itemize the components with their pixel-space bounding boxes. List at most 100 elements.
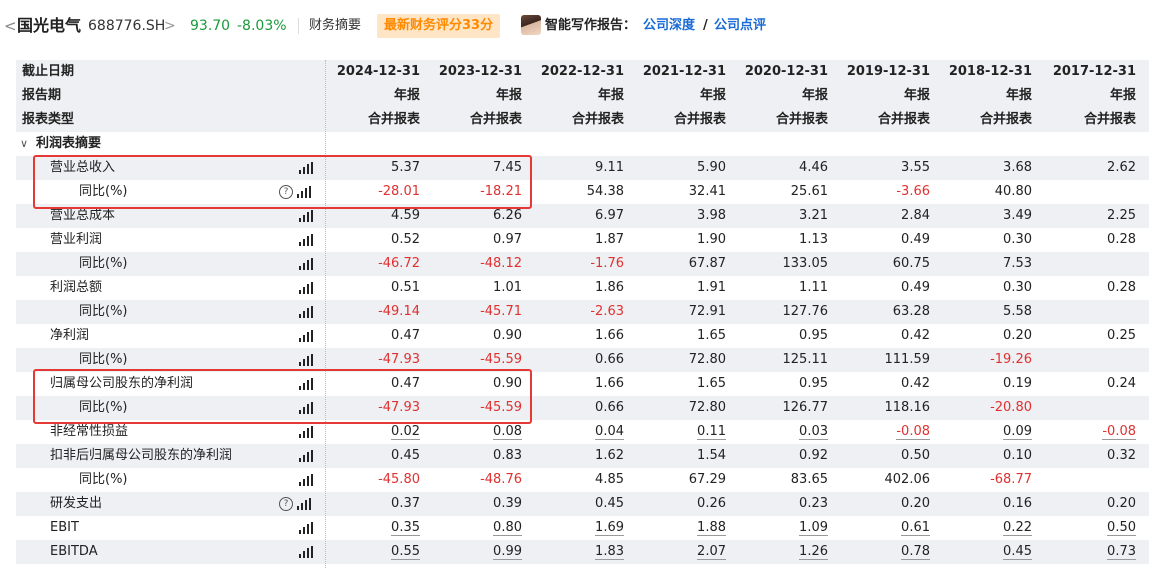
cell-value[interactable]: 1.26 [799, 544, 828, 560]
bar-chart-icon[interactable] [299, 353, 313, 366]
row-icons [299, 396, 313, 420]
cell-value[interactable]: 0.08 [493, 424, 522, 440]
cell-value[interactable]: 0.11 [697, 424, 726, 440]
cell-value[interactable]: 1.88 [697, 520, 726, 536]
chevron-right-icon[interactable]: > [164, 15, 176, 37]
table-row: 研发支出? 0.37 0.39 0.45 0.26 0.23 0.20 0.16 0.20 [16, 492, 1149, 516]
cell-value[interactable]: 0.99 [493, 544, 522, 560]
table-cell[interactable]: 0.35 [324, 516, 420, 540]
bar-chart-icon[interactable] [299, 305, 313, 318]
table-cell: 0.45 [324, 444, 420, 468]
cell-value[interactable]: 0.22 [1003, 520, 1032, 536]
table-cell[interactable]: 0.09 [936, 420, 1032, 444]
cell-value[interactable]: 0.45 [1003, 544, 1032, 560]
cell-value: 1.86 [595, 280, 624, 295]
company-review-link[interactable]: 公司点评 [714, 15, 766, 37]
cell-value: 6.26 [493, 208, 522, 223]
financial-score-badge[interactable]: 最新财务评分33分 [377, 14, 501, 38]
section-header-row[interactable]: ∨ 利润表摘要 [16, 132, 1149, 156]
bar-chart-icon[interactable] [299, 521, 313, 534]
row-icons [299, 228, 313, 252]
table-cell[interactable]: 1.83 [528, 540, 624, 564]
header-cell: 2017-12-31 [1052, 64, 1136, 79]
cell-value: 3.98 [697, 208, 726, 223]
table-cell[interactable]: 0.80 [426, 516, 522, 540]
cell-value[interactable]: 0.35 [391, 520, 420, 536]
bar-chart-icon[interactable] [299, 449, 313, 462]
table-cell: 5.90 [630, 156, 726, 180]
company-depth-link[interactable]: 公司深度 [643, 15, 695, 37]
table-cell[interactable]: 0.45 [936, 540, 1032, 564]
cell-value: 7.45 [493, 160, 522, 175]
help-icon[interactable]: ? [279, 496, 293, 511]
table-cell[interactable]: 0.08 [426, 420, 522, 444]
cell-value[interactable]: 0.03 [799, 424, 828, 440]
bar-chart-icon[interactable] [299, 377, 313, 390]
bar-chart-icon[interactable] [299, 329, 313, 342]
cell-value[interactable]: 0.80 [493, 520, 522, 536]
help-icon[interactable]: ? [279, 184, 293, 199]
table-cell: 1.86 [528, 276, 624, 300]
cell-value[interactable]: -0.08 [896, 424, 930, 440]
bar-chart-icon[interactable] [299, 209, 313, 222]
collapse-chevron-icon[interactable]: ∨ [20, 132, 28, 156]
table-cell[interactable]: 0.02 [324, 420, 420, 444]
bar-chart-icon[interactable] [299, 425, 313, 438]
table-cell[interactable]: 0.73 [1040, 540, 1136, 564]
cell-value: 3.21 [799, 208, 828, 223]
cell-value[interactable]: 0.55 [391, 544, 420, 560]
row-label: EBIT [50, 520, 79, 535]
cell-value[interactable]: 0.61 [901, 520, 930, 536]
bar-chart-icon[interactable] [299, 257, 313, 270]
table-cell[interactable]: -0.08 [1040, 420, 1136, 444]
cell-value[interactable]: 0.04 [595, 424, 624, 440]
bar-chart-icon[interactable] [299, 233, 313, 246]
table-cell[interactable]: 0.11 [630, 420, 726, 444]
table-cell[interactable]: 0.04 [528, 420, 624, 444]
cell-value[interactable]: 0.09 [1003, 424, 1032, 440]
table-cell[interactable]: 0.22 [936, 516, 1032, 540]
table-cell[interactable]: 0.55 [324, 540, 420, 564]
bar-chart-icon[interactable] [299, 545, 313, 558]
table-cell[interactable]: 0.99 [426, 540, 522, 564]
table-cell[interactable]: 1.26 [732, 540, 828, 564]
table-row: 同比(%) -49.14 -45.71 -2.63 72.91 127.76 63.28 5.… [16, 300, 1149, 324]
table-cell[interactable]: 1.09 [732, 516, 828, 540]
cell-value: 111.59 [884, 352, 931, 367]
cell-value[interactable]: 0.78 [901, 544, 930, 560]
cell-value: 0.28 [1107, 232, 1136, 247]
table-cell: 3.68 [936, 156, 1032, 180]
cell-value: 1.66 [595, 328, 624, 343]
bar-chart-icon[interactable] [297, 497, 311, 510]
cell-value: -45.80 [378, 472, 420, 487]
bar-chart-icon[interactable] [299, 401, 313, 414]
cell-value[interactable]: 0.02 [391, 424, 420, 440]
table-cell[interactable]: 1.69 [528, 516, 624, 540]
cell-value[interactable]: -0.08 [1102, 424, 1136, 440]
cell-value[interactable]: 1.83 [595, 544, 624, 560]
table-cell: -3.66 [834, 180, 930, 204]
row-icons [299, 252, 313, 276]
cell-value[interactable]: 1.69 [595, 520, 624, 536]
table-row: EBIT 0.35 0.80 1.69 1.88 1.09 0.61 0.22 0.50 [16, 516, 1149, 540]
bar-chart-icon[interactable] [299, 161, 313, 174]
cell-value[interactable]: 1.09 [799, 520, 828, 536]
table-cell: 0.16 [936, 492, 1032, 516]
table-cell[interactable]: 0.03 [732, 420, 828, 444]
bar-chart-icon[interactable] [299, 473, 313, 486]
bar-chart-icon[interactable] [297, 185, 311, 198]
back-chevron-icon[interactable]: < [4, 15, 17, 37]
table-cell: 60.75 [834, 252, 930, 276]
table-cell: 0.51 [324, 276, 420, 300]
table-cell[interactable]: 2.07 [630, 540, 726, 564]
table-cell[interactable]: 1.88 [630, 516, 726, 540]
table-cell[interactable]: -0.08 [834, 420, 930, 444]
header-cell: 2018-12-31 [948, 64, 1032, 79]
cell-value[interactable]: 0.50 [1107, 520, 1136, 536]
table-cell[interactable]: 0.50 [1040, 516, 1136, 540]
cell-value[interactable]: 2.07 [697, 544, 726, 560]
cell-value[interactable]: 0.73 [1107, 544, 1136, 560]
table-cell[interactable]: 0.61 [834, 516, 930, 540]
bar-chart-icon[interactable] [299, 281, 313, 294]
table-cell[interactable]: 0.78 [834, 540, 930, 564]
